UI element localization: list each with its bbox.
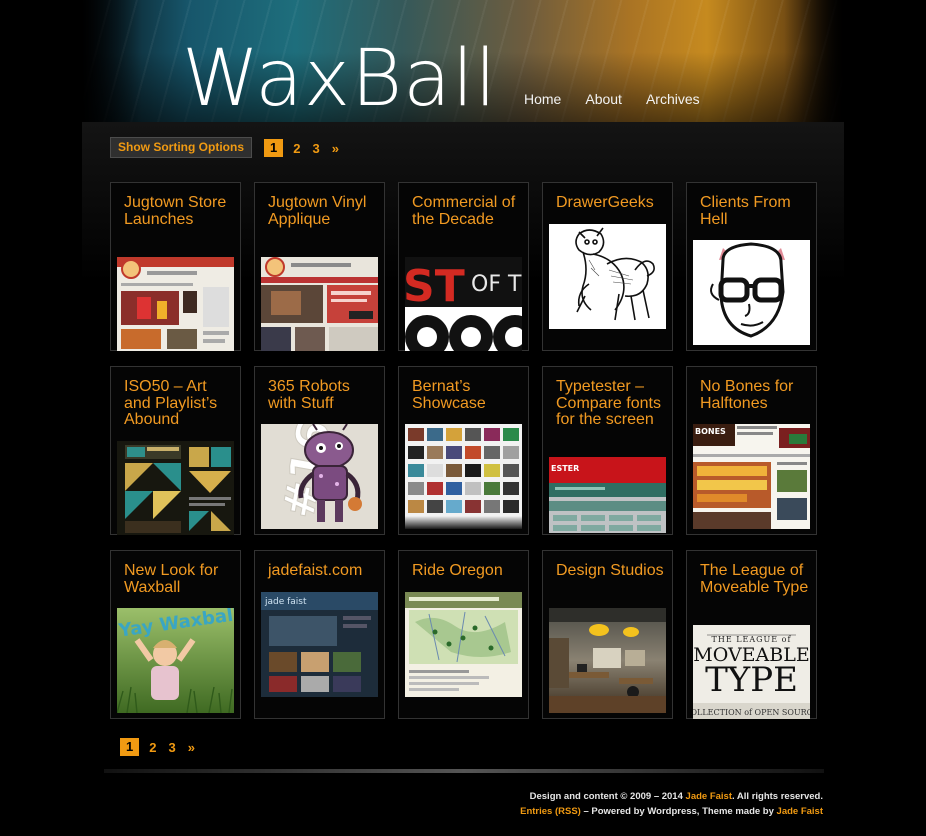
copyright-text: Design and content © 2009 – 2014 xyxy=(529,791,686,802)
website-screenshot-icon[interactable] xyxy=(117,257,234,351)
post-title[interactable]: New Look for Waxball xyxy=(124,562,234,596)
website-screenshot-icon[interactable]: jade faist xyxy=(261,592,378,697)
footer: Design and content © 2009 – 2014 Jade Fa… xyxy=(520,789,823,819)
post-title[interactable]: 365 Robots with Stuff xyxy=(268,378,378,412)
post-title[interactable]: Typetester – Compare fonts for the scree… xyxy=(556,378,666,429)
post-card[interactable]: Typetester – Compare fonts for the scree… xyxy=(542,366,673,535)
rights-text: . All rights reserved. xyxy=(732,791,823,802)
post-card[interactable]: Jugtown Vinyl Applique xyxy=(254,182,385,351)
post-card[interactable]: jadefaist.com jade faist xyxy=(254,550,385,719)
map-screenshot-icon[interactable] xyxy=(405,592,522,697)
next-page-link[interactable]: » xyxy=(330,141,341,156)
post-card[interactable]: Bernat’s Showcase xyxy=(398,366,529,535)
post-title[interactable]: No Bones for Halftones xyxy=(700,378,810,412)
photo-grid-icon[interactable] xyxy=(405,424,522,529)
page-2-link[interactable]: 2 xyxy=(291,141,302,156)
footer-divider xyxy=(104,769,824,773)
post-title[interactable]: Ride Oregon xyxy=(412,562,522,580)
face-illustration-icon[interactable] xyxy=(693,240,810,345)
post-title[interactable]: ISO50 – Art and Playlist’s Abound xyxy=(124,378,234,429)
page-1-link[interactable]: 1 xyxy=(264,139,284,157)
website-screenshot-icon[interactable]: BONES xyxy=(693,424,810,529)
svg-text:jade faist: jade faist xyxy=(264,597,307,607)
svg-text:ESTER: ESTER xyxy=(551,464,579,473)
svg-text:OF T: OF T xyxy=(471,272,522,297)
svg-text:ST: ST xyxy=(405,261,465,312)
post-title[interactable]: Design Studios xyxy=(556,562,666,580)
type-logo-icon[interactable]: THE LEAGUE of MOVEABLE TYPE COLLECTION o… xyxy=(693,625,810,719)
author-link[interactable]: Jade Faist xyxy=(686,791,732,802)
post-grid: Jugtown Store Launches Jugtown Vinyl App… xyxy=(110,182,818,719)
post-card[interactable]: 365 Robots with Stuff #16 xyxy=(254,366,385,535)
post-title[interactable]: jadefaist.com xyxy=(268,562,378,580)
svg-text:TYPE: TYPE xyxy=(705,660,798,700)
footer-line-1: Design and content © 2009 – 2014 Jade Fa… xyxy=(520,789,823,804)
post-card[interactable]: ISO50 – Art and Playlist’s Abound xyxy=(110,366,241,535)
post-title[interactable]: Clients From Hell xyxy=(700,194,810,228)
page-3-link[interactable]: 3 xyxy=(166,740,177,755)
page-2-link[interactable]: 2 xyxy=(147,740,158,755)
photo-child-icon[interactable]: Yay Waxball xyxy=(117,608,234,713)
powered-by-text: – Powered by Wordpress, Theme made by xyxy=(580,806,777,817)
page-1-link[interactable]: 1 xyxy=(120,738,140,756)
post-card[interactable]: The League of Moveable Type THE LEAGUE o… xyxy=(686,550,817,719)
geometric-art-icon[interactable] xyxy=(117,441,234,535)
post-title[interactable]: Jugtown Store Launches xyxy=(124,194,234,228)
main-nav: Home About Archives xyxy=(524,91,700,107)
svg-text:BONES: BONES xyxy=(695,427,726,436)
post-card[interactable]: Commercial of the Decade ST OF T xyxy=(398,182,529,351)
show-sorting-options-button[interactable]: Show Sorting Options xyxy=(110,137,252,158)
post-card[interactable]: DrawerGeeks xyxy=(542,182,673,351)
website-screenshot-icon[interactable]: ESTER xyxy=(549,457,666,533)
theme-author-link[interactable]: Jade Faist xyxy=(777,806,823,817)
nav-item-archives[interactable]: Archives xyxy=(646,91,700,107)
site-logo[interactable]: WaxBall xyxy=(182,40,497,118)
post-card[interactable]: Jugtown Store Launches xyxy=(110,182,241,351)
nav-item-about[interactable]: About xyxy=(585,91,622,107)
post-card[interactable]: New Look for Waxball Yay Waxball xyxy=(110,550,241,719)
header-shade-right xyxy=(784,0,844,122)
page-3-link[interactable]: 3 xyxy=(310,141,321,156)
nav-item-home[interactable]: Home xyxy=(524,91,561,107)
header-shade-left xyxy=(82,0,142,122)
typography-poster-icon[interactable]: ST OF T xyxy=(405,257,522,351)
post-title[interactable]: Jugtown Vinyl Applique xyxy=(268,194,378,228)
pagination-bottom: 1 2 3 » xyxy=(120,738,197,756)
post-title[interactable]: DrawerGeeks xyxy=(556,194,666,212)
svg-text:COLLECTION of OPEN SOURCE: COLLECTION of OPEN SOURCE xyxy=(693,708,810,717)
post-title[interactable]: The League of Moveable Type xyxy=(700,562,810,596)
website-screenshot-icon[interactable] xyxy=(261,257,378,351)
next-page-link[interactable]: » xyxy=(186,740,197,755)
rss-link[interactable]: Entries (RSS) xyxy=(520,806,581,817)
pagination-top: 1 2 3 » xyxy=(264,139,341,157)
post-card[interactable]: Clients From Hell xyxy=(686,182,817,351)
post-title[interactable]: Bernat’s Showcase xyxy=(412,378,522,412)
footer-line-2: Entries (RSS) – Powered by Wordpress, Th… xyxy=(520,804,823,819)
post-card[interactable]: Ride Oregon xyxy=(398,550,529,719)
post-card[interactable]: Design Studios xyxy=(542,550,673,719)
sketch-drawing-icon[interactable] xyxy=(549,224,666,329)
svg-text:THE LEAGUE of: THE LEAGUE of xyxy=(712,635,792,644)
post-card[interactable]: No Bones for Halftones BONES xyxy=(686,366,817,535)
robot-illustration-icon[interactable]: #16 xyxy=(261,424,378,529)
office-photo-icon[interactable] xyxy=(549,608,666,713)
post-title[interactable]: Commercial of the Decade xyxy=(412,194,522,228)
